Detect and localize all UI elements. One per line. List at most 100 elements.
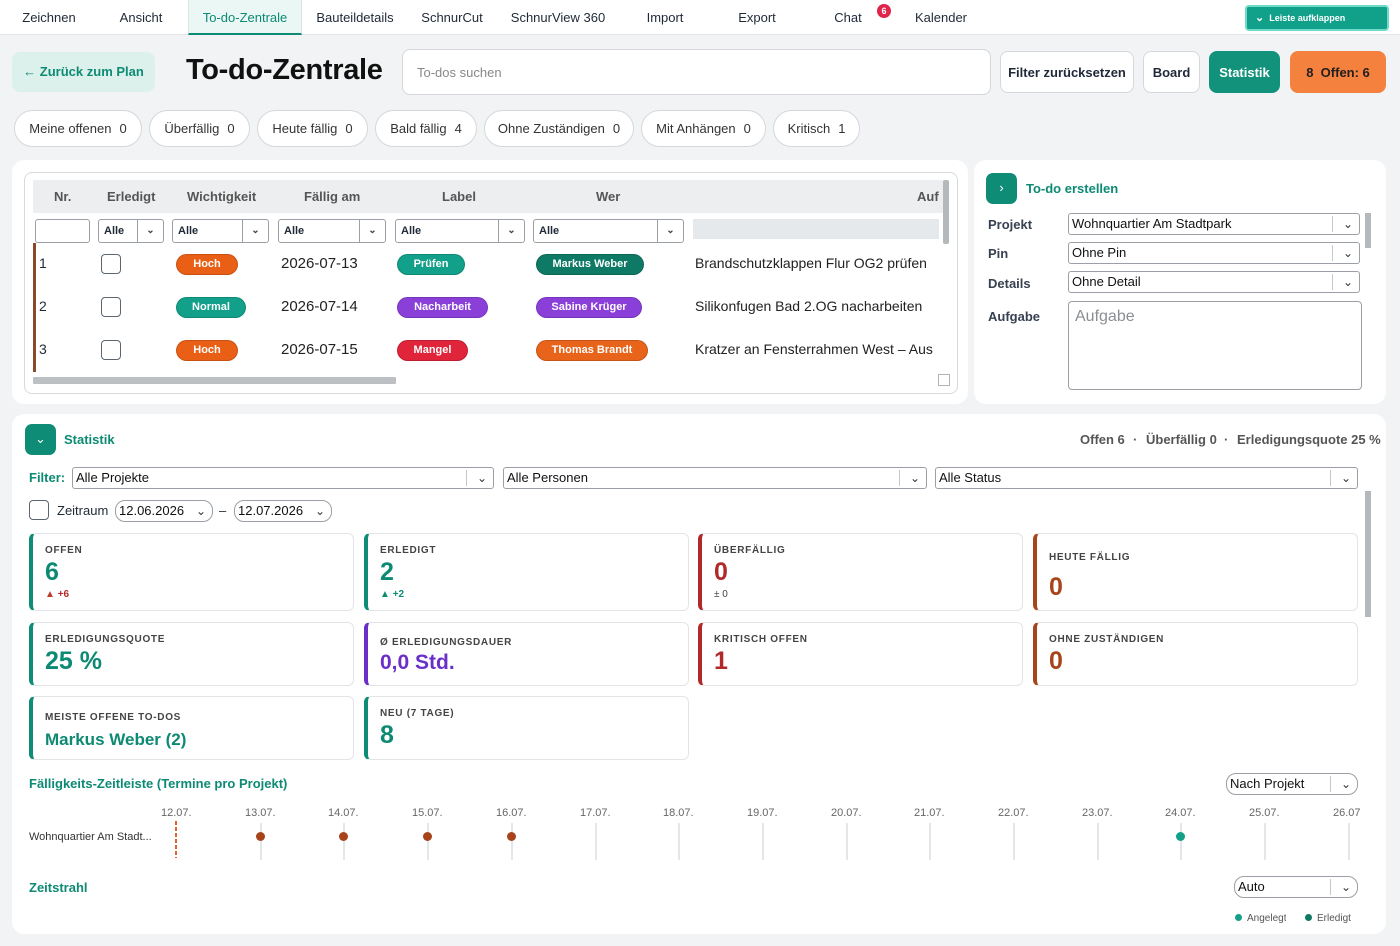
personen-filter-select[interactable]: Alle Personen ⌄: [503, 467, 927, 489]
tab-import[interactable]: Import: [637, 0, 693, 35]
zeitstrahl-mode-select[interactable]: Auto ⌄: [1234, 876, 1358, 898]
table-row[interactable]: 2 Normal 2026-07-14 Nacharbeit Sabine Kr…: [33, 286, 943, 329]
table-horizontal-scrollbar[interactable]: [33, 377, 396, 384]
kpi-value: 0: [1049, 647, 1063, 675]
erledigt-checkbox[interactable]: [101, 340, 121, 360]
tab-todo-zentrale[interactable]: To-do-Zentrale: [188, 0, 302, 35]
tab-schnurcut[interactable]: SchnurCut: [413, 0, 491, 35]
col-label[interactable]: Label: [442, 180, 476, 213]
timeline-point[interactable]: [256, 832, 265, 841]
filter-wichtigkeit-select[interactable]: Alle ⌄: [172, 219, 269, 243]
chip-ueberfaellig[interactable]: Überfällig 0: [149, 110, 250, 147]
kpi-card-meiste-offene: MEISTE OFFENE TO-DOS Markus Weber (2): [29, 696, 354, 760]
timeline-gridline: [1097, 823, 1099, 860]
timeline-date-label: 22.07.: [998, 807, 1029, 819]
due-date: 2026-07-14: [281, 298, 358, 315]
kpi-label: ERLEDIGT: [380, 545, 437, 556]
timeline-point[interactable]: [507, 832, 516, 841]
timeline-point[interactable]: [339, 832, 348, 841]
timeline-point[interactable]: [423, 832, 432, 841]
chevron-down-icon: ⌄: [1340, 471, 1351, 485]
col-faellig-am[interactable]: Fällig am: [304, 180, 360, 213]
reset-filter-button[interactable]: Filter zurücksetzen: [1000, 51, 1134, 93]
col-erledigt[interactable]: Erledigt: [107, 180, 155, 213]
table-vertical-scrollbar[interactable]: [943, 180, 949, 244]
timeline-mode-select[interactable]: Nach Projekt ⌄: [1226, 773, 1358, 795]
status-filter-select[interactable]: Alle Status ⌄: [935, 467, 1358, 489]
col-nr[interactable]: Nr.: [54, 180, 71, 213]
filter-wer-select[interactable]: Alle ⌄: [533, 219, 684, 243]
filter-aufgabe-input[interactable]: [693, 219, 939, 239]
statistik-button[interactable]: Statistik: [1209, 51, 1280, 93]
priority-badge: Hoch: [176, 254, 238, 275]
chevron-down-icon: ⌄: [35, 431, 46, 446]
pin-select[interactable]: Ohne Pin ⌄: [1068, 242, 1360, 264]
tab-zeichnen[interactable]: Zeichnen: [12, 0, 86, 35]
timeline-date-label: 17.07.: [580, 807, 611, 819]
statistik-toggle-button[interactable]: ⌄: [25, 424, 56, 455]
date-from-select[interactable]: 12.06.2026 ⌄: [115, 500, 213, 522]
todo-search-input[interactable]: [402, 49, 991, 95]
col-wichtigkeit[interactable]: Wichtigkeit: [187, 180, 256, 213]
table-row[interactable]: 1 Hoch 2026-07-13 Prüfen Markus Weber Br…: [33, 243, 943, 286]
projekt-filter-select[interactable]: Alle Projekte ⌄: [72, 467, 494, 489]
tab-schnurview-360[interactable]: SchnurView 360: [503, 0, 613, 35]
open-count-label: Offen: 6: [1320, 65, 1370, 80]
chip-meine-offenen[interactable]: Meine offenen 0: [14, 110, 142, 147]
projekt-label: Projekt: [988, 217, 1033, 232]
col-wer[interactable]: Wer: [596, 180, 620, 213]
open-count-button[interactable]: 8 Offen: 6: [1290, 51, 1386, 93]
leiste-aufklappen-button[interactable]: ⌄ Leiste aufklappen: [1245, 5, 1389, 31]
details-value: Ohne Detail: [1072, 274, 1141, 289]
aufgabe-textarea[interactable]: Aufgabe: [1068, 301, 1362, 390]
projekt-select[interactable]: Wohnquartier Am Stadtpark ⌄: [1068, 213, 1360, 235]
erledigt-checkbox[interactable]: [101, 297, 121, 317]
timeline-point[interactable]: [1176, 832, 1185, 841]
details-select[interactable]: Ohne Detail ⌄: [1068, 271, 1360, 293]
chip-heute-faellig[interactable]: Heute fällig 0: [257, 110, 368, 147]
create-scrollbar[interactable]: [1365, 213, 1371, 248]
chevron-down-icon: ⌄: [1255, 12, 1265, 24]
kpi-label: MEISTE OFFENE TO-DOS: [45, 712, 182, 723]
kpi-label: KRITISCH OFFEN: [714, 634, 808, 645]
chip-kritisch[interactable]: Kritisch 1: [773, 110, 860, 147]
erledigt-checkbox[interactable]: [101, 254, 121, 274]
back-to-plan-button[interactable]: ← Zurück zum Plan: [12, 52, 155, 92]
tab-chat[interactable]: Chat: [826, 0, 870, 35]
filter-value: Alle: [104, 225, 125, 237]
kpi-card-erledigungsdauer: Ø ERLEDIGUNGSDAUER 0,0 Std.: [364, 622, 689, 686]
stats-scrollbar[interactable]: [1365, 491, 1371, 617]
filter-nr-input[interactable]: [35, 219, 90, 243]
zeitstrahl-title: Zeitstrahl: [29, 880, 88, 895]
timeline-date-label: 24.07.: [1165, 807, 1196, 819]
date-to-select[interactable]: 12.07.2026 ⌄: [234, 500, 332, 522]
timeline-gridline: [427, 823, 429, 860]
label-badge: Prüfen: [397, 254, 465, 275]
chip-mit-anhaengen[interactable]: Mit Anhängen 0: [641, 110, 766, 147]
tab-ansicht[interactable]: Ansicht: [106, 0, 176, 35]
chevron-down-icon: ⌄: [137, 220, 163, 242]
chip-ohne-zustaendigen[interactable]: Ohne Zuständigen 0: [484, 110, 634, 147]
zeitraum-checkbox[interactable]: [29, 500, 49, 520]
filter-erledigt-select[interactable]: Alle ⌄: [98, 219, 164, 243]
timeline-gridline: [929, 823, 931, 860]
filter-label-select[interactable]: Alle ⌄: [395, 219, 525, 243]
kpi-card-neu-7-tage: NEU (7 TAGE) 8: [364, 696, 689, 760]
table-row[interactable]: 3 Hoch 2026-07-15 Mangel Thomas Brandt K…: [33, 329, 943, 372]
create-toggle-button[interactable]: ›: [986, 173, 1017, 204]
col-aufgabe[interactable]: Auf: [917, 180, 939, 213]
chip-bald-faellig[interactable]: Bald fällig 4: [375, 110, 477, 147]
row-marker: [33, 286, 36, 329]
tab-export[interactable]: Export: [728, 0, 786, 35]
timeline-gridline: [1180, 823, 1182, 860]
tab-bauteildetails[interactable]: Bauteildetails: [310, 0, 400, 35]
back-label: Zurück zum Plan: [39, 64, 144, 79]
chevron-down-icon: ⌄: [657, 220, 683, 242]
kpi-card-erledigungsquote: ERLEDIGUNGSQUOTE 25 %: [29, 622, 354, 686]
filter-faellig-select[interactable]: Alle ⌄: [278, 219, 386, 243]
board-button[interactable]: Board: [1143, 51, 1200, 93]
leiste-label: Leiste aufklappen: [1269, 13, 1346, 23]
tab-kalender[interactable]: Kalender: [906, 0, 976, 35]
statistik-title: Statistik: [64, 432, 115, 447]
timeline-gridline: [1264, 823, 1266, 860]
